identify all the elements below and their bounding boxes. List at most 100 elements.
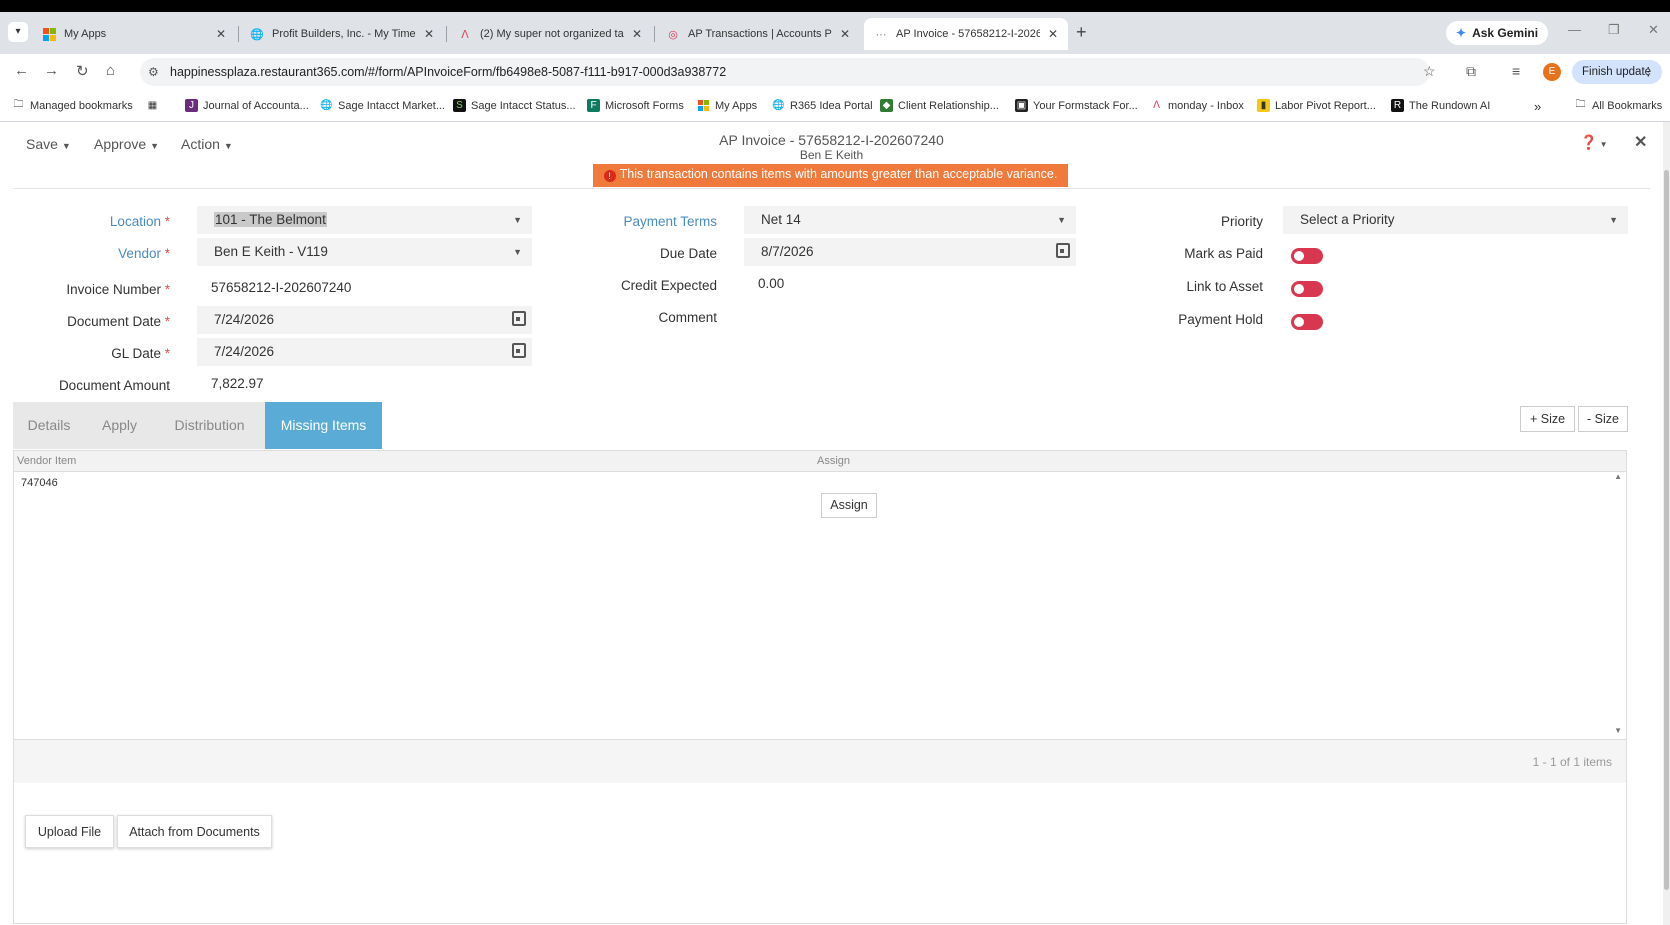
invoice-number-value: 57658212-I-202607240: [211, 280, 352, 295]
bookmark-monday[interactable]: ᐱ monday - Inbox: [1150, 99, 1244, 112]
bookmark-label: Sage Intacct Status...: [471, 99, 576, 112]
comment-label: Comment: [658, 310, 717, 325]
invoice-number-field[interactable]: 57658212-I-202607240: [194, 274, 529, 302]
ask-gemini-label: Ask Gemini: [1472, 26, 1539, 40]
tab-missing-items[interactable]: Missing Items: [265, 402, 382, 449]
grid-icon: ▦: [147, 100, 158, 111]
close-tab-icon[interactable]: ✕: [632, 27, 642, 41]
credit-expected-field[interactable]: 0.00: [741, 270, 1073, 298]
location-label-text: Location: [109, 214, 161, 229]
invoice-number-label-text: Invoice Number: [66, 282, 161, 297]
priority-select[interactable]: Select a Priority ▼: [1283, 206, 1628, 234]
bookmark-star-icon[interactable]: ☆: [1423, 63, 1436, 80]
due-date-field[interactable]: 8/7/2026: [744, 238, 1076, 266]
tab-search-icon[interactable]: ▾: [8, 22, 28, 42]
close-tab-icon[interactable]: ✕: [840, 27, 850, 41]
restore-icon[interactable]: ❐: [1608, 22, 1620, 38]
document-date-field[interactable]: 7/24/2026: [197, 306, 532, 334]
comment-field[interactable]: [741, 302, 1073, 330]
site-info-icon[interactable]: ⚙: [148, 58, 159, 86]
ask-gemini-button[interactable]: ✦ Ask Gemini: [1446, 21, 1549, 45]
folder-icon: 🗀: [13, 99, 24, 110]
page-title: AP Invoice - 57658212-I-202607240: [719, 132, 944, 148]
tab-distribution[interactable]: Distribution: [154, 402, 265, 449]
new-tab-icon[interactable]: +: [1076, 22, 1087, 43]
calendar-icon[interactable]: [512, 311, 526, 326]
bookmark-formstack[interactable]: ▣ Your Formstack For...: [1015, 99, 1138, 112]
address-bar[interactable]: ⚙ happinessplaza.restaurant365.com/#/for…: [140, 58, 1430, 86]
apps-grid-icon[interactable]: ▦: [146, 99, 159, 112]
profile-avatar[interactable]: E: [1543, 63, 1561, 81]
back-icon[interactable]: ←: [14, 62, 29, 79]
bookmark-rundown[interactable]: R The Rundown AI: [1391, 99, 1490, 112]
all-bookmarks[interactable]: 🗀 All Bookmarks: [1574, 99, 1663, 112]
calendar-icon[interactable]: [1056, 243, 1070, 258]
tab-apply[interactable]: Apply: [85, 402, 154, 449]
browser-tab-monday[interactable]: ᐱ (2) My super not organized tas ✕: [448, 18, 652, 50]
formstack-icon: ▣: [1015, 99, 1028, 112]
scroll-up-icon[interactable]: ▲: [1614, 472, 1622, 481]
crm-icon: ◆: [880, 99, 893, 112]
bookmark-sage-market[interactable]: 🌐 Sage Intacct Market...: [320, 99, 445, 112]
browser-toolbar: ← → ↻ ⌂ ⚙ happinessplaza.restaurant365.c…: [0, 54, 1670, 90]
payment-terms-select[interactable]: Net 14 ▼: [744, 206, 1076, 234]
size-decrease-button[interactable]: - Size: [1578, 406, 1628, 432]
link-to-asset-toggle[interactable]: [1291, 281, 1323, 297]
bookmark-ms-forms[interactable]: F Microsoft Forms: [587, 99, 684, 112]
bookmark-managed[interactable]: 🗀 Managed bookmarks: [12, 99, 133, 112]
close-form-icon[interactable]: ✕: [1634, 132, 1647, 152]
help-icon[interactable]: ❓ ▼: [1580, 134, 1608, 151]
gl-date-value: 7/24/2026: [214, 344, 275, 359]
tab-details[interactable]: Details: [13, 402, 85, 449]
document-amount-value: 7,822.97: [211, 376, 264, 391]
page-subtitle: Ben E Keith: [799, 148, 864, 162]
minimize-icon[interactable]: —: [1568, 22, 1581, 37]
close-tab-icon[interactable]: ✕: [424, 27, 434, 41]
calendar-icon[interactable]: [512, 343, 526, 358]
due-date-label: Due Date: [659, 246, 717, 261]
bookmark-my-apps[interactable]: My Apps: [697, 99, 757, 112]
alert-icon: !: [603, 170, 616, 182]
close-tab-icon[interactable]: ✕: [216, 27, 226, 41]
location-select[interactable]: 101 - The Belmont ▼: [197, 206, 532, 234]
mark-as-paid-toggle[interactable]: [1291, 248, 1323, 264]
browser-tab-ap-transactions[interactable]: ◎ AP Transactions | Accounts Pay ✕: [656, 18, 860, 50]
assign-button[interactable]: Assign: [821, 493, 877, 518]
close-window-icon[interactable]: ✕: [1648, 22, 1659, 38]
browser-tab-profit-builders[interactable]: 🌐 Profit Builders, Inc. - My Time ✕: [240, 18, 444, 50]
extensions-icon[interactable]: ⧉: [1466, 63, 1476, 80]
finish-update-button[interactable]: Finish update ⋮: [1572, 60, 1662, 84]
browser-tab-ap-invoice[interactable]: ⋯ AP Invoice - 57658212-I-20260 ✕: [864, 18, 1068, 50]
payment-hold-toggle[interactable]: [1291, 314, 1323, 330]
page-scrollbar[interactable]: [1663, 122, 1670, 925]
reload-icon[interactable]: ↻: [76, 62, 89, 80]
bookmark-sage-status[interactable]: S Sage Intacct Status...: [453, 99, 576, 112]
home-icon[interactable]: ⌂: [106, 62, 115, 79]
upload-file-button[interactable]: Upload File: [25, 815, 114, 848]
gl-date-field[interactable]: 7/24/2026: [197, 338, 532, 366]
all-bookmarks-label: All Bookmarks: [1592, 99, 1663, 112]
bookmark-label: R365 Idea Portal: [790, 99, 873, 112]
scrollbar-thumb[interactable]: [1664, 170, 1669, 890]
forward-icon[interactable]: →: [44, 62, 59, 79]
size-increase-button[interactable]: + Size: [1520, 406, 1575, 432]
bookmark-client-relationship[interactable]: ◆ Client Relationship...: [880, 99, 999, 112]
column-header-assign[interactable]: Assign: [817, 455, 850, 467]
bookmarks-bar: 🗀 Managed bookmarks ▦ J Journal of Accou…: [0, 90, 1670, 122]
column-header-vendor-item[interactable]: Vendor Item: [17, 455, 76, 467]
bookmark-r365-idea[interactable]: 🌐 R365 Idea Portal: [772, 99, 873, 112]
attach-from-documents-button[interactable]: Attach from Documents: [117, 815, 272, 848]
bookmark-label: Client Relationship...: [898, 99, 999, 112]
media-controls-icon[interactable]: ≡: [1512, 63, 1520, 79]
bookmark-labor-pivot[interactable]: ▮ Labor Pivot Report...: [1257, 99, 1376, 112]
bookmark-journal[interactable]: J Journal of Accounta...: [185, 99, 309, 112]
vendor-select[interactable]: Ben E Keith - V119 ▼: [197, 238, 532, 266]
document-date-label-text: Document Date: [67, 314, 161, 329]
browser-tab-my-apps[interactable]: My Apps ✕: [32, 18, 236, 50]
chevron-down-icon: ▼: [513, 215, 522, 225]
more-bookmarks-icon[interactable]: »: [1534, 99, 1541, 114]
document-date-value: 7/24/2026: [214, 312, 275, 327]
scroll-down-icon[interactable]: ▼: [1614, 726, 1622, 735]
bookmark-label: Microsoft Forms: [605, 99, 684, 112]
close-tab-icon[interactable]: ✕: [1048, 27, 1058, 41]
